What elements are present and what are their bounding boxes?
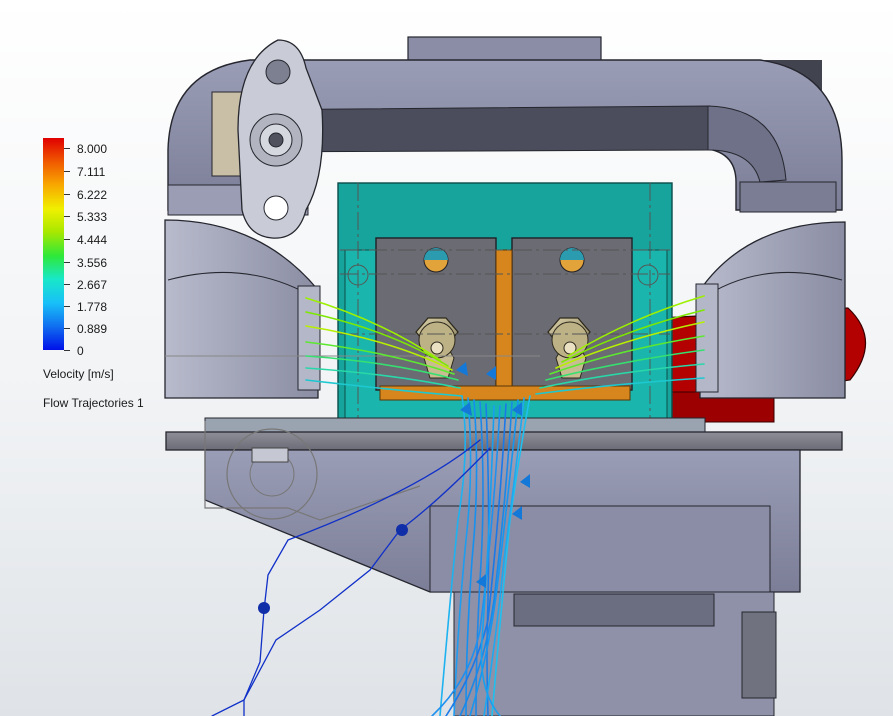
plot-name-label: Flow Trajectories 1 [43, 396, 144, 410]
tick-mark [64, 262, 70, 263]
tick-label-4444: 4.444 [77, 233, 108, 247]
tick-label-0: 0 [77, 344, 84, 358]
tick-mark [64, 239, 70, 240]
scale-segment [43, 255, 64, 279]
scale-segment [43, 138, 64, 162]
tick-mark [64, 306, 70, 307]
tick-mark [64, 350, 70, 351]
tick-label-7111: 7.111 [77, 165, 106, 179]
scale-segment [43, 161, 64, 185]
scale-segment [43, 185, 64, 209]
tick-label-2667: 2.667 [77, 278, 108, 292]
tick-mark [64, 216, 70, 217]
scale-segment [43, 232, 64, 256]
scale-segment [43, 326, 64, 350]
scale-segment [43, 302, 64, 326]
tick-mark [64, 328, 70, 329]
legend-unit-label: Velocity [m/s] [43, 367, 114, 381]
color-scale-bar [43, 138, 64, 350]
tick-label-1778: 1.778 [77, 300, 108, 314]
tick-label-8000: 8.000 [77, 142, 108, 156]
tick-label-6222: 6.222 [77, 188, 108, 202]
tick-label-5333: 5.333 [77, 210, 108, 224]
scale-segment [43, 279, 64, 303]
tick-label-0889: 0.889 [77, 322, 108, 336]
tick-mark [64, 171, 70, 172]
tick-mark [64, 194, 70, 195]
tick-label-3556: 3.556 [77, 256, 108, 270]
tick-mark [64, 148, 70, 149]
scale-segment [43, 208, 64, 232]
tick-mark [64, 284, 70, 285]
velocity-legend: 8.000 7.111 6.222 5.333 4.444 3.556 2.66… [43, 138, 193, 418]
